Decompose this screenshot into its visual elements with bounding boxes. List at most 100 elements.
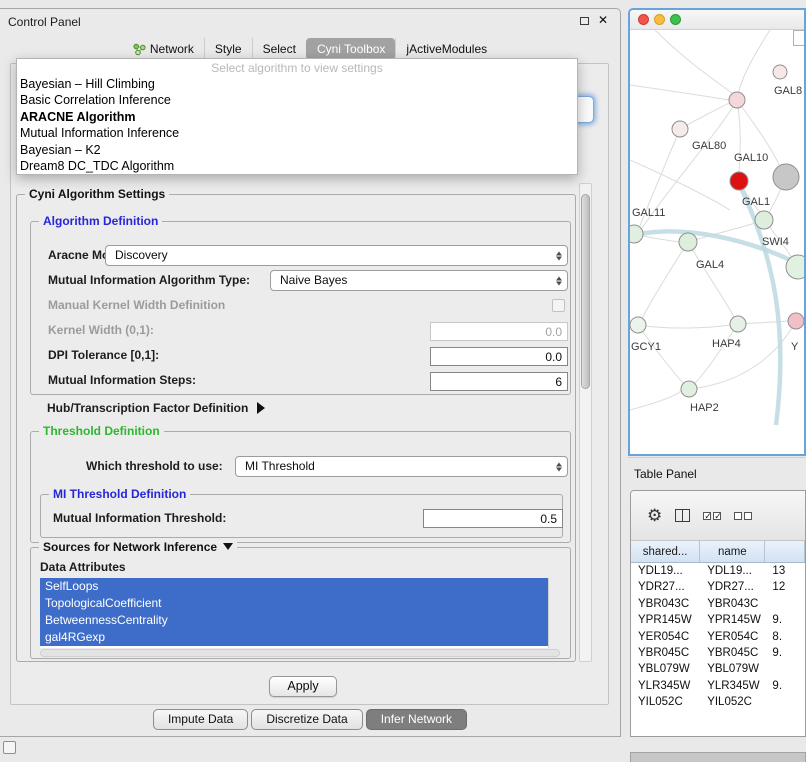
network-node[interactable] [630, 225, 643, 243]
unselect-all-columns-icon[interactable] [734, 512, 752, 520]
control-panel-titlebar[interactable]: Control Panel ✕ [0, 9, 620, 35]
collapse-down-arrow-icon[interactable] [223, 543, 233, 550]
tab-label: Select [263, 42, 296, 56]
tab-label: jActiveModules [406, 42, 487, 56]
cyni-algorithm-settings-group: Cyni Algorithm Settings Algorithm Defini… [16, 194, 576, 662]
table-cell: YLR345W [631, 678, 700, 694]
table-row[interactable]: YPR145WYPR145W9. [631, 612, 805, 628]
network-corner-widget[interactable] [793, 30, 806, 46]
table-cell: YBL079W [631, 661, 700, 677]
network-node[interactable] [672, 121, 688, 137]
settings-scrollbar[interactable] [579, 183, 592, 662]
table-cell: YBR045C [631, 645, 700, 661]
mi-algorithm-type-select[interactable]: Naive Bayes [270, 270, 568, 291]
select-all-columns-icon[interactable] [703, 512, 721, 520]
attribute-item-topologicalcoefficient[interactable]: TopologicalCoefficient [40, 595, 548, 612]
attribute-item-selfloops[interactable]: SelfLoops [40, 578, 548, 595]
hub-transcription-factor-section[interactable]: Hub/Transcription Factor Definition [47, 401, 265, 415]
column-header-extra[interactable] [765, 541, 805, 562]
algorithm-option-mutual-information-inference[interactable]: Mutual Information Inference [17, 125, 577, 141]
mi-threshold-field[interactable] [423, 509, 563, 528]
table-row[interactable]: YLR345WYLR345W9. [631, 678, 805, 694]
table-cell: YBR043C [700, 596, 765, 612]
aracne-mode-select[interactable]: Discovery [105, 245, 568, 266]
network-node[interactable] [681, 381, 697, 397]
tab-style[interactable]: Style [204, 38, 252, 60]
bottom-tab-discretize-data[interactable]: Discretize Data [251, 709, 362, 730]
algorithm-option-aracne-algorithm[interactable]: ARACNE Algorithm [17, 109, 577, 125]
close-window-icon[interactable]: ✕ [598, 15, 608, 26]
table-row[interactable]: YDL19...YDL19...13 [631, 563, 805, 579]
network-node[interactable] [755, 211, 773, 229]
attribute-item-betweennesscentrality[interactable]: BetweennessCentrality [40, 612, 548, 629]
column-header-shared[interactable]: shared... [631, 541, 700, 562]
algorithm-dropdown-popup: Select algorithm to view settings Bayesi… [16, 58, 578, 175]
algorithm-option-bayesian-k2[interactable]: Bayesian – K2 [17, 142, 577, 158]
table-cell: YBL079W [700, 661, 765, 677]
network-edge [638, 325, 730, 328]
network-icon [133, 43, 146, 56]
table-row[interactable]: YDR27...YDR27...12 [631, 579, 805, 595]
expand-right-arrow-icon[interactable] [257, 402, 265, 414]
network-node[interactable] [788, 313, 804, 329]
tab-select[interactable]: Select [252, 38, 306, 60]
tab-cyni-toolbox[interactable]: Cyni Toolbox [306, 38, 395, 60]
algorithm-option-dream8-dc-tdc-algorithm[interactable]: Dream8 DC_TDC Algorithm [17, 158, 577, 174]
network-node[interactable] [729, 92, 745, 108]
table-cell: YDR27... [631, 579, 700, 595]
close-traffic-light-icon[interactable] [638, 14, 649, 25]
float-window-icon[interactable] [580, 17, 589, 25]
dpi-tolerance-field[interactable] [430, 347, 568, 366]
attribute-item-gal4rgexp[interactable]: gal4RGexp [40, 629, 548, 646]
network-node[interactable] [730, 316, 746, 332]
table-cell: YLR345W [700, 678, 765, 694]
attributes-scrollbar[interactable] [548, 578, 560, 648]
algorithm-definition-group: Algorithm Definition Aracne Mode: Discov… [30, 221, 571, 395]
network-node[interactable] [773, 164, 799, 190]
which-threshold-select[interactable]: MI Threshold [235, 456, 568, 477]
network-graph: GAL8GAL80GAL10GAL11GAL1SWI4GAL4GCY1HAP4Y… [630, 30, 804, 454]
attributes-horizontal-scrollbar[interactable] [40, 649, 560, 657]
bottom-tab-impute-data[interactable]: Impute Data [153, 709, 248, 730]
network-node[interactable] [679, 233, 697, 251]
column-header-name[interactable]: name [700, 541, 765, 562]
network-node[interactable] [630, 317, 646, 333]
data-attributes-listbox[interactable]: SelfLoopsTopologicalCoefficientBetweenne… [40, 578, 560, 648]
zoom-traffic-light-icon[interactable] [670, 14, 681, 25]
minimize-traffic-light-icon[interactable] [654, 14, 665, 25]
table-settings-gear-icon[interactable]: ⚙ [647, 507, 662, 524]
network-canvas[interactable]: GAL8GAL80GAL10GAL11GAL1SWI4GAL4GCY1HAP4Y… [630, 30, 804, 454]
bottom-tab-infer-network[interactable]: Infer Network [366, 709, 467, 730]
network-node[interactable] [730, 172, 748, 190]
algorithm-option-basic-correlation-inference[interactable]: Basic Correlation Inference [17, 92, 577, 108]
show-columns-icon[interactable] [675, 509, 690, 522]
table-row[interactable]: YIL052CYIL052C [631, 694, 805, 710]
table-cell: YIL052C [700, 694, 765, 710]
table-row[interactable]: YBL079WYBL079W [631, 661, 805, 677]
tab-network[interactable]: Network [123, 38, 204, 60]
settings-group-title: Cyni Algorithm Settings [25, 187, 169, 201]
mi-threshold-label: Mutual Information Threshold: [53, 511, 226, 525]
manual-kernel-width-checkbox[interactable] [552, 299, 565, 312]
apply-button[interactable]: Apply [269, 676, 337, 697]
table-cell [765, 596, 805, 612]
algorithm-option-bayesian-hill-climbing[interactable]: Bayesian – Hill Climbing [17, 76, 577, 92]
settings-scrollbar-thumb[interactable] [581, 194, 590, 389]
mi-steps-field[interactable] [430, 372, 568, 391]
table-cell: YPR145W [700, 612, 765, 628]
threshold-definition-group: Threshold Definition Which threshold to … [30, 431, 571, 543]
sources-title[interactable]: Sources for Network Inference [39, 540, 237, 554]
tab-jactivemodules[interactable]: jActiveModules [395, 38, 497, 60]
table-row[interactable]: YBR043CYBR043C [631, 596, 805, 612]
network-edge [630, 160, 730, 210]
kernel-width-field[interactable] [430, 322, 568, 341]
network-node-label: HAP2 [690, 402, 719, 414]
table-row[interactable]: YBR045CYBR045C9. [631, 645, 805, 661]
panel-toggle-icon[interactable] [3, 741, 16, 754]
network-window-titlebar[interactable] [630, 10, 804, 30]
tab-label: Cyni Toolbox [317, 42, 385, 56]
table-row[interactable]: YER054CYER054C8. [631, 629, 805, 645]
manual-kernel-width-label: Manual Kernel Width Definition [48, 298, 225, 312]
table-cell: YER054C [631, 629, 700, 645]
network-node[interactable] [773, 65, 787, 79]
